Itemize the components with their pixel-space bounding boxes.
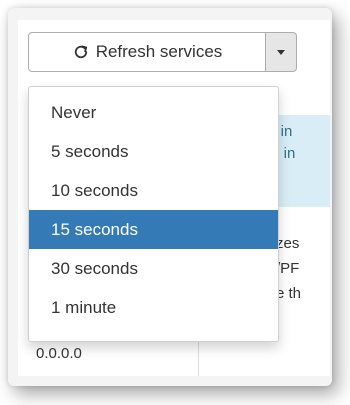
ip-address-text: 0.0.0.0	[36, 345, 82, 362]
refresh-button-group: Refresh services	[28, 32, 297, 72]
refresh-services-button[interactable]: Refresh services	[28, 32, 266, 72]
app-panel: s in d, in zes /PF e th 0.0.0.0 Refresh …	[18, 20, 330, 376]
chevron-down-icon	[277, 49, 285, 55]
menu-item-5-seconds[interactable]: 5 seconds	[29, 132, 278, 171]
refresh-services-label: Refresh services	[95, 42, 223, 61]
body-text-line: /PF	[276, 260, 300, 277]
body-text-line: zes	[276, 235, 300, 252]
body-text-line: e th	[276, 285, 302, 302]
menu-item-30-seconds[interactable]: 30 seconds	[29, 249, 278, 288]
menu-item-never[interactable]: Never	[29, 93, 278, 132]
menu-item-1-minute[interactable]: 1 minute	[29, 288, 278, 327]
refresh-interval-toggle[interactable]	[265, 32, 297, 72]
refresh-icon	[74, 45, 87, 59]
menu-item-15-seconds[interactable]: 15 seconds	[29, 210, 278, 249]
refresh-interval-menu: Never 5 seconds 10 seconds 15 seconds 30…	[28, 86, 279, 342]
menu-item-10-seconds[interactable]: 10 seconds	[29, 171, 278, 210]
